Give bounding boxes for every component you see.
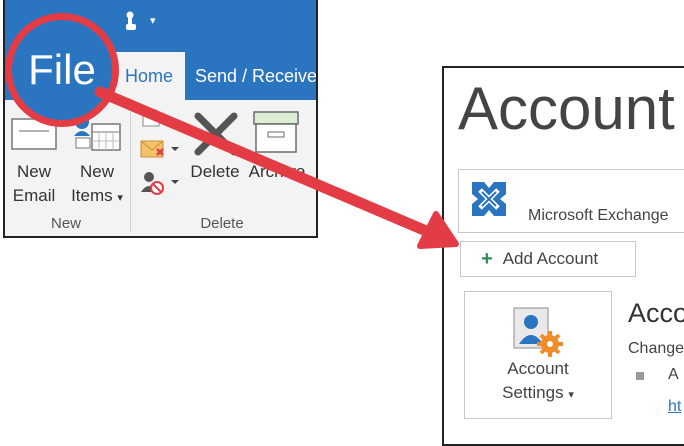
section-heading: Acco [628, 298, 684, 328]
new-items-line1: New [79, 162, 114, 181]
new-items-line2: Items [71, 186, 113, 205]
junk-icon[interactable] [139, 170, 181, 196]
tab-home[interactable]: Home [113, 52, 185, 100]
help-link[interactable]: ht [668, 398, 681, 416]
new-email-button[interactable]: New Email [8, 160, 60, 208]
group-label-delete: Delete [200, 215, 244, 232]
section-description: Change [628, 340, 684, 357]
delete-icon[interactable] [192, 112, 240, 156]
new-items-button[interactable]: New Items ▾ [64, 160, 130, 210]
group-divider [130, 112, 131, 232]
account-settings-line1: Account [507, 359, 569, 378]
add-account-button[interactable]: + Add Account [460, 241, 636, 277]
chevron-down-icon: ▾ [568, 389, 574, 401]
account-settings-icon [513, 307, 563, 357]
bullet-text: A [668, 366, 679, 383]
add-account-label: Add Account [502, 249, 599, 268]
touch-mode-icon[interactable] [123, 10, 139, 32]
ignore-icon[interactable] [139, 108, 165, 130]
archive-icon[interactable] [252, 110, 300, 154]
delete-button[interactable]: Delete [186, 160, 244, 184]
tab-send-receive[interactable]: Send / Receive [195, 52, 316, 100]
new-email-line1: New [16, 162, 51, 181]
plus-icon: + [481, 247, 493, 270]
archive-button[interactable]: Archive [244, 160, 310, 184]
clean-up-icon[interactable] [139, 137, 181, 163]
bullet-icon [636, 372, 644, 380]
new-email-line2: Email [12, 186, 56, 205]
exchange-icon [469, 179, 509, 219]
account-settings-label: Account Settings ▾ [464, 357, 612, 407]
customize-qat-dropdown-icon[interactable]: ▾ [150, 14, 156, 27]
group-label-new: New [50, 215, 81, 232]
file-tab[interactable]: File [5, 13, 119, 127]
page-title: Account [458, 75, 675, 142]
chevron-down-icon: ▾ [117, 192, 123, 204]
exchange-account-label: Microsoft Exchange [528, 207, 669, 224]
account-settings-line2: Settings [502, 383, 564, 402]
